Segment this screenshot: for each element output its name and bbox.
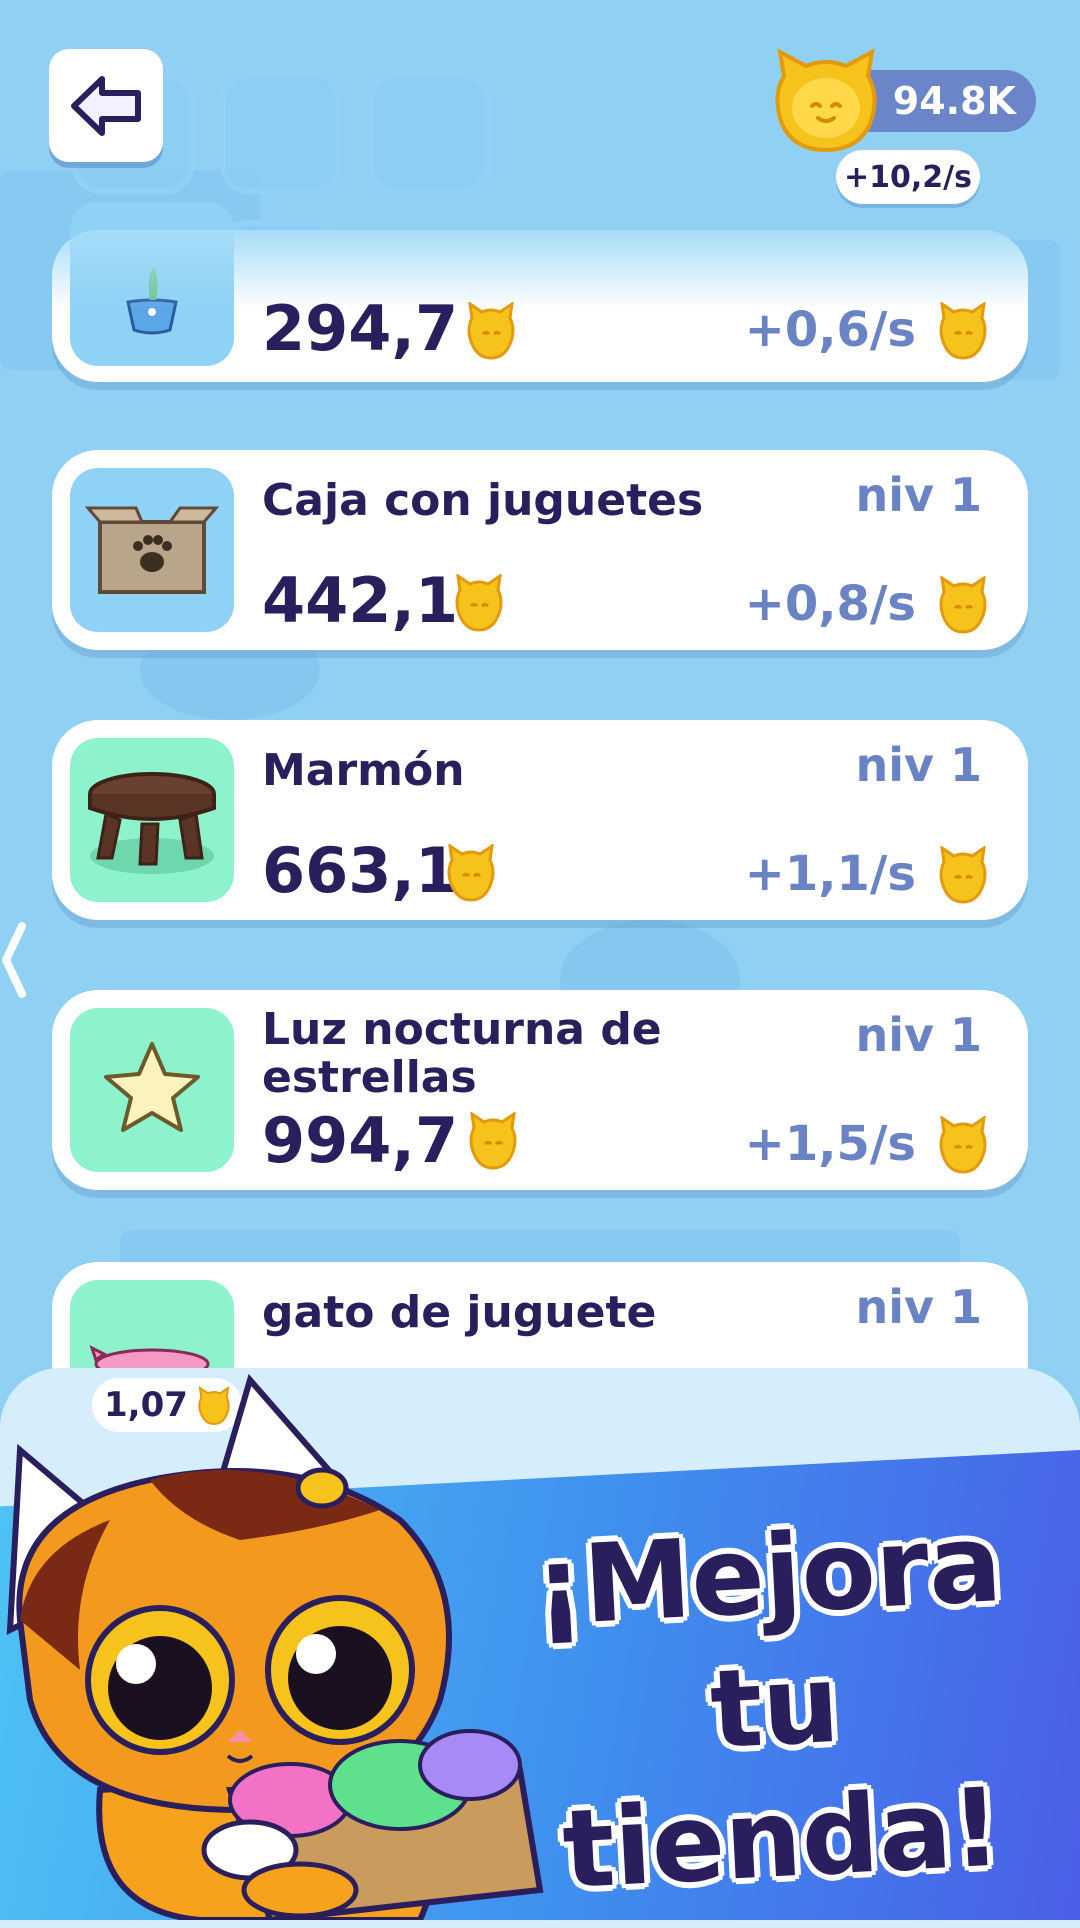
upgrade-rate: +1,1/s: [744, 846, 916, 902]
upgrade-name: Marmón: [262, 745, 465, 796]
upgrade-thumbnail: [70, 1008, 234, 1172]
back-button[interactable]: [49, 49, 163, 162]
cat-coin-icon: [469, 1112, 517, 1170]
upgrade-level: niv 1: [855, 738, 982, 792]
upgrade-name: gato de juguete: [262, 1287, 657, 1338]
upgrade-level: niv 1: [855, 468, 982, 522]
upgrade-rate: +0,6/s: [744, 302, 916, 358]
upgrade-card[interactable]: Marmón niv 1 663,1 +1,1/s: [52, 720, 1028, 920]
upgrade-name: Luz nocturna de estrellas: [262, 1004, 662, 1103]
stool-icon: [88, 772, 216, 874]
upgrade-card[interactable]: 294,7 +0,6/s: [52, 202, 1028, 382]
cat-coin-icon: [939, 846, 987, 904]
cat-coin-icon: [939, 576, 987, 634]
promo-headline: ¡Mejora tu tienda!: [480, 1495, 1070, 1920]
promo-headline-line1: ¡Mejora tu: [531, 1501, 1005, 1774]
upgrade-price: 442,1: [262, 564, 459, 637]
income-rate-value: +10,2/s: [844, 159, 972, 195]
upgrade-thumbnail: [70, 738, 234, 902]
chevron-left-icon[interactable]: [0, 920, 28, 1000]
shop-icon-faded: [220, 72, 342, 194]
upgrade-rate: +1,5/s: [744, 1116, 916, 1172]
cat-coin-icon: [447, 844, 495, 902]
upgrade-price: 663,1: [262, 834, 459, 907]
cat-coin-icon: [467, 302, 515, 360]
upgrade-name: Caja con juguetes: [262, 475, 704, 526]
toy-box-icon: [84, 506, 220, 594]
cat-coin-icon: [455, 574, 503, 632]
upgrade-level: niv 1: [855, 1008, 982, 1062]
star-icon: [104, 1042, 200, 1132]
upgrade-rate: +0,8/s: [744, 576, 916, 632]
upgrade-thumbnail: [70, 468, 234, 632]
cat-coin-icon: [775, 48, 877, 153]
income-rate-badge: +10,2/s: [836, 150, 980, 204]
upgrade-card[interactable]: Luz nocturna de estrellas niv 1 994,7 +1…: [52, 990, 1028, 1190]
upgrade-level: niv 1: [855, 1280, 982, 1334]
upgrade-card[interactable]: Caja con juguetes niv 1 442,1 +0,8/s: [52, 450, 1028, 650]
back-arrow-icon: [71, 75, 141, 136]
cat-coin-icon: [939, 1116, 987, 1174]
coin-balance-value: 94.8K: [892, 79, 1016, 123]
cat-coin-icon: [939, 302, 987, 360]
calendar-icon-faded: [368, 72, 490, 194]
mascot-cat-illustration: [6, 1373, 544, 1920]
upgrade-price: 294,7: [262, 292, 459, 365]
upgrade-price: 994,7: [262, 1104, 459, 1177]
card-fade-overlay: [52, 230, 1028, 310]
